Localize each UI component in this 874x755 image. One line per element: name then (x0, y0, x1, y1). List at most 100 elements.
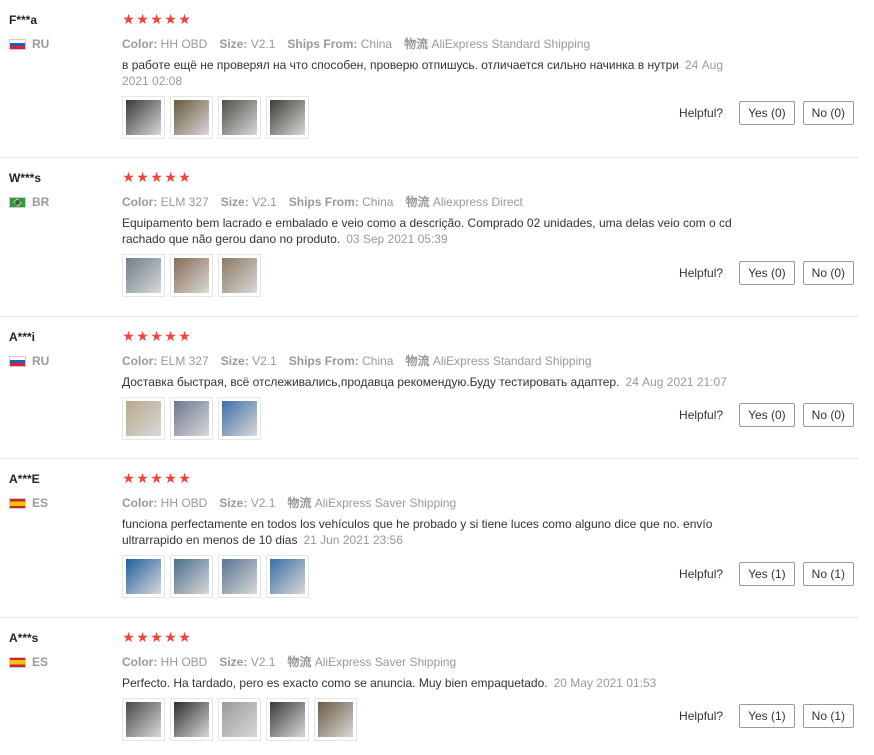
star-icon: ★ (150, 470, 164, 486)
attribute: Color: ELM 327 (122, 354, 209, 368)
star-icon: ★ (136, 470, 150, 486)
attribute-value: Aliexpress Direct (432, 195, 523, 209)
attribute-label: Size: (219, 37, 248, 51)
attribute-label: Color: (122, 496, 158, 510)
star-icon: ★ (122, 328, 136, 344)
review-photo-thumbnail[interactable] (170, 555, 213, 598)
attribute-value: V2.1 (250, 655, 276, 669)
star-icon: ★ (122, 470, 136, 486)
attribute-label: Color: (122, 37, 158, 51)
attribute: Ships From: China (289, 195, 394, 209)
reviewer-name: A***i (9, 330, 36, 344)
star-icon: ★ (178, 11, 192, 27)
review-photo-thumbnail[interactable] (218, 254, 261, 297)
helpful-no-button[interactable]: No (1) (802, 562, 854, 586)
attribute: 物流 AliExpress Saver Shipping (287, 655, 456, 669)
review-photos (122, 397, 266, 440)
review-date: 20 May 2021 01:53 (553, 676, 657, 690)
review-item: A***E ES ★★★★★ Color: HH OBD Size: V2.1 物流 Al… (0, 459, 859, 618)
attribute: Color: HH OBD (122, 655, 207, 669)
review-photo-thumbnail[interactable] (266, 555, 309, 598)
review-photo-thumbnail[interactable] (314, 698, 357, 741)
review-content: Доставка быстрая, всё отслеживались,прод… (122, 374, 752, 390)
attribute-label: 物流 (405, 195, 430, 209)
reviewer-name: F***a (9, 13, 38, 27)
review-date: 03 Sep 2021 05:39 (346, 232, 448, 246)
attribute-label: Size: (220, 354, 249, 368)
star-icon: ★ (122, 629, 136, 645)
review-photo-thumbnail[interactable] (122, 397, 165, 440)
product-attributes: Color: HH OBD Size: V2.1 物流 AliExpress Sav… (122, 494, 468, 511)
helpful-yes-button[interactable]: Yes (0) (739, 261, 795, 285)
reviewer-country: BR (9, 195, 49, 209)
review-photo-thumbnail[interactable] (122, 555, 165, 598)
country-flag-icon (9, 355, 26, 367)
country-code: ES (32, 496, 49, 510)
attribute: Size: V2.1 (219, 655, 275, 669)
review-content: Perfecto. Ha tardado, pero es exacto com… (122, 675, 752, 691)
product-attributes: Color: HH OBD Size: V2.1 Ships From: China… (122, 35, 602, 52)
helpful-vote: Helpful? Yes (0) No (0) (679, 403, 854, 427)
product-attributes: Color: HH OBD Size: V2.1 物流 AliExpress Sav… (122, 653, 468, 670)
country-code: RU (32, 354, 50, 368)
review-photo-thumbnail[interactable] (122, 96, 165, 139)
attribute: Size: V2.1 (219, 496, 275, 510)
helpful-yes-button[interactable]: Yes (1) (739, 562, 795, 586)
attribute: 物流 Aliexpress Direct (405, 195, 522, 209)
review-photos (122, 96, 314, 139)
reviewer-country: RU (9, 354, 49, 368)
star-rating: ★★★★★ (122, 11, 192, 28)
attribute-value: V2.1 (250, 496, 276, 510)
review-photo-thumbnail[interactable] (170, 96, 213, 139)
attribute-label: Size: (219, 655, 248, 669)
star-rating: ★★★★★ (122, 629, 192, 646)
country-flag-icon (9, 497, 26, 509)
review-photo-thumbnail[interactable] (218, 397, 261, 440)
review-photo-thumbnail[interactable] (170, 698, 213, 741)
attribute-label: Color: (122, 354, 158, 368)
star-icon: ★ (164, 328, 178, 344)
attribute: 物流 AliExpress Saver Shipping (287, 496, 456, 510)
review-photo-thumbnail[interactable] (218, 698, 261, 741)
attribute: Color: HH OBD (122, 496, 207, 510)
attribute-value: AliExpress Saver Shipping (314, 496, 457, 510)
review-photo-thumbnail[interactable] (266, 698, 309, 741)
review-photo-thumbnail[interactable] (122, 698, 165, 741)
review-photo-thumbnail[interactable] (218, 96, 261, 139)
star-icon: ★ (150, 328, 164, 344)
helpful-yes-button[interactable]: Yes (1) (739, 704, 795, 728)
helpful-no-button[interactable]: No (0) (802, 403, 854, 427)
star-icon: ★ (136, 328, 150, 344)
helpful-no-button[interactable]: No (0) (802, 101, 854, 125)
star-icon: ★ (164, 11, 178, 27)
review-photo-thumbnail[interactable] (170, 397, 213, 440)
star-icon: ★ (178, 470, 192, 486)
star-icon: ★ (178, 629, 192, 645)
review-photo-thumbnail[interactable] (218, 555, 261, 598)
helpful-no-button[interactable]: No (1) (802, 704, 854, 728)
attribute: 物流 AliExpress Standard Shipping (405, 354, 591, 368)
review-photo-thumbnail[interactable] (170, 254, 213, 297)
star-icon: ★ (136, 629, 150, 645)
attribute: Size: V2.1 (219, 37, 275, 51)
star-icon: ★ (178, 328, 192, 344)
attribute-label: 物流 (287, 655, 312, 669)
review-photo-thumbnail[interactable] (122, 254, 165, 297)
helpful-label: Helpful? (679, 408, 724, 422)
review-photo-thumbnail[interactable] (266, 96, 309, 139)
attribute-value: ELM 327 (160, 354, 209, 368)
star-rating: ★★★★★ (122, 470, 192, 487)
country-flag-icon (9, 656, 26, 668)
helpful-yes-button[interactable]: Yes (0) (739, 403, 795, 427)
country-flag-icon (9, 196, 26, 208)
reviewer-country: ES (9, 496, 48, 510)
reviewer-name: A***s (9, 631, 39, 645)
helpful-no-button[interactable]: No (0) (802, 261, 854, 285)
attribute-value: HH OBD (160, 496, 208, 510)
star-icon: ★ (150, 169, 164, 185)
helpful-yes-button[interactable]: Yes (0) (739, 101, 795, 125)
attribute-label: 物流 (405, 354, 430, 368)
review-photos (122, 555, 314, 598)
attribute-label: Color: (122, 655, 158, 669)
star-icon: ★ (164, 629, 178, 645)
